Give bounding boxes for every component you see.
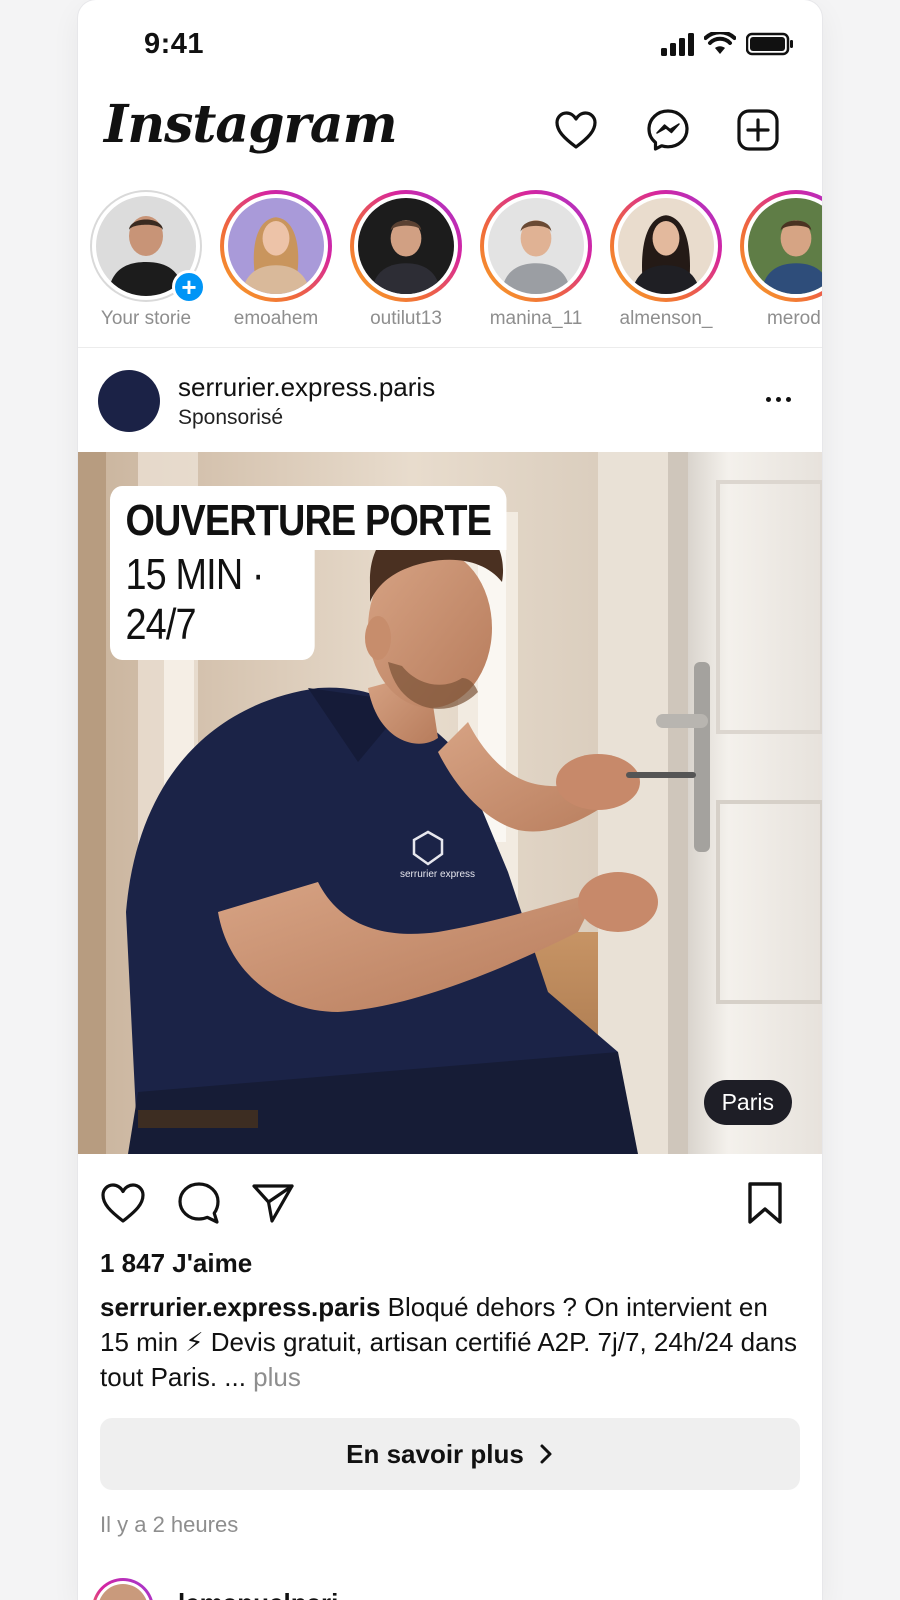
post-username[interactable]: serrurier.express.paris [178,372,435,403]
more-dot [765,396,771,402]
story-ring [610,190,722,302]
next-post-username[interactable]: lemanuelpari [178,1588,338,1600]
story-item[interactable]: emoahem [218,190,334,330]
more-dot [775,396,781,402]
chevron-right-icon [540,1444,552,1464]
battery-icon [746,32,793,56]
cta-label: En savoir plus [346,1438,524,1469]
create-post-button[interactable] [734,106,782,154]
likes-count[interactable]: 1 847 J'aime [100,1248,252,1279]
messenger-button[interactable] [644,106,692,154]
plus-square-icon [737,109,779,151]
avatar [358,198,454,294]
notifications-button[interactable] [552,106,600,154]
story-ring [480,190,592,302]
avatar [488,198,584,294]
comment-icon [178,1182,220,1224]
ad-headline: OUVERTURE PORTE [110,486,507,550]
story-ring [350,190,462,302]
ad-headline-card: OUVERTURE PORTE 15 MIN · 24/7 [110,486,571,660]
story-label: emoahem [233,308,319,329]
story-item[interactable]: almenson_ [608,190,724,330]
story-label: Your storie [100,308,192,329]
send-icon [252,1184,294,1223]
phone-screen: 9:41 Instagram + Your storie emoahem out… [78,0,822,1600]
story-item[interactable]: manina_11 [478,190,594,330]
stories-tray: + Your storie emoahem outilut13 manina_1… [78,184,822,348]
shirt-logo-text: serrurier express [400,869,475,880]
story-item[interactable]: merodi [738,190,822,330]
story-label: almenson_ [619,308,713,329]
wifi-icon [704,32,736,54]
post-image[interactable]: serrurier express OUVERTURE PORTE 15 MIN… [78,452,822,1154]
post-caption: serrurier.express.paris Bloqué dehors ? … [100,1290,800,1395]
story-ring [740,190,822,302]
more-dot [785,396,791,402]
avatar [618,198,714,294]
learn-more-button[interactable]: En savoir plus [100,1418,800,1490]
heart-icon [555,111,597,149]
story-ring [220,190,332,302]
comment-button[interactable] [174,1178,224,1228]
status-time: 9:41 [144,28,205,60]
post-header: serrurier.express.paris Sponsorisé [78,350,822,452]
location-badge: Paris [703,1080,792,1125]
sponsored-label: Sponsorisé [178,406,284,429]
app-header: Instagram [78,90,822,180]
post-actions [78,1154,822,1248]
status-bar: 9:41 [78,0,822,90]
story-item[interactable]: outilut13 [348,190,464,330]
avatar [228,198,324,294]
bookmark-icon [748,1182,782,1224]
story-label: manina_11 [489,308,583,329]
story-own[interactable]: + Your storie [88,190,206,330]
share-button[interactable] [248,1178,298,1228]
story-label: merodi [766,308,822,329]
next-post-avatar[interactable] [92,1578,154,1600]
post-timestamp: Il y a 2 heures [100,1512,239,1537]
caption-more-link[interactable]: plus [246,1362,301,1392]
post-avatar[interactable] [98,370,160,432]
save-button[interactable] [740,1178,790,1228]
signal-icon [661,33,694,56]
caption-username[interactable]: serrurier.express.paris [100,1292,380,1322]
instagram-logo[interactable]: Instagram [104,94,398,155]
status-icons [660,32,794,56]
more-options-button[interactable] [758,384,798,414]
messenger-icon [647,109,689,151]
heart-icon [101,1183,145,1223]
story-label: outilut13 [370,308,442,329]
ad-subline: 15 MIN · 24/7 [110,548,315,660]
like-button[interactable] [98,1178,148,1228]
add-story-badge[interactable]: + [172,270,206,304]
avatar [748,198,822,294]
